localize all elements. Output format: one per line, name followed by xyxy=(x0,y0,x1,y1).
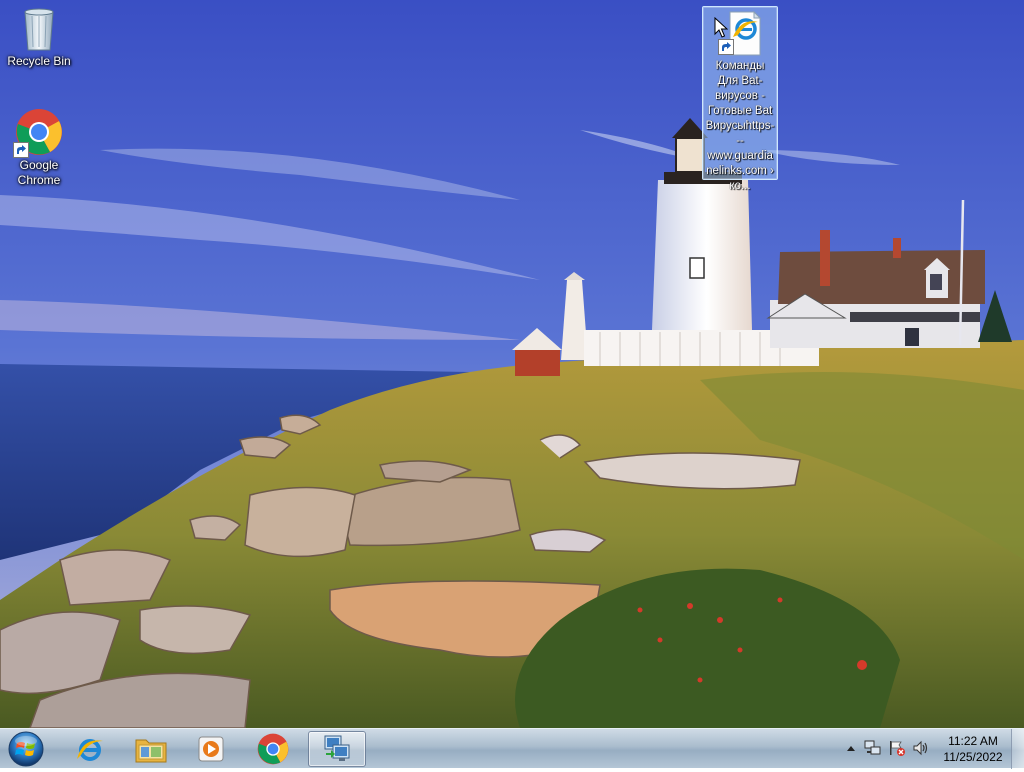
shortcut-arrow-icon xyxy=(718,39,734,55)
tray-volume[interactable] xyxy=(912,739,930,757)
desktop-icon-recycle-bin[interactable]: Recycle Bin xyxy=(2,4,76,76)
taskbar-google-chrome[interactable] xyxy=(246,731,300,767)
show-desktop-button[interactable] xyxy=(1011,729,1024,769)
chrome-icon xyxy=(13,108,63,158)
file-explorer-icon xyxy=(135,739,167,763)
desktop-icon-label: Команды Для Bat-вирусов - Готовые Bat Ви… xyxy=(705,60,775,192)
taskbar: 11:22 AM 11/25/2022 xyxy=(0,728,1024,769)
windows-logo-icon xyxy=(8,731,44,767)
desktop-icon-label: Google Chrome xyxy=(17,158,61,187)
clock-date: 11/25/2022 xyxy=(943,750,1003,764)
triangle-up-icon xyxy=(847,746,855,751)
clock-time: 11:22 AM xyxy=(948,734,998,748)
chrome-icon xyxy=(257,733,289,765)
taskbar-media-player[interactable] xyxy=(184,731,238,767)
remote-connection-icon xyxy=(324,735,350,761)
taskbar-file-explorer[interactable] xyxy=(124,731,178,767)
tray-action-center[interactable] xyxy=(888,739,906,757)
desktop-icon-label: Recycle Bin xyxy=(7,54,71,68)
desktop-wallpaper xyxy=(0,0,1024,768)
start-button[interactable] xyxy=(6,731,46,767)
mouse-cursor-icon xyxy=(714,17,728,38)
recycle-bin-icon xyxy=(15,4,63,52)
taskbar-remote-connection[interactable] xyxy=(308,731,366,767)
taskbar-internet-explorer[interactable] xyxy=(62,731,116,767)
shortcut-arrow-icon xyxy=(13,142,29,158)
taskbar-clock[interactable]: 11:22 AM 11/25/2022 xyxy=(934,733,1012,765)
network-icon xyxy=(864,740,881,755)
media-player-icon xyxy=(198,736,224,762)
internet-explorer-icon xyxy=(77,739,103,761)
tray-network[interactable] xyxy=(864,739,882,757)
action-center-flag-icon xyxy=(890,741,905,756)
show-hidden-icons-button[interactable] xyxy=(842,739,860,757)
desktop-icon-google-chrome[interactable]: Google Chrome xyxy=(2,108,76,194)
speaker-icon xyxy=(913,740,928,756)
